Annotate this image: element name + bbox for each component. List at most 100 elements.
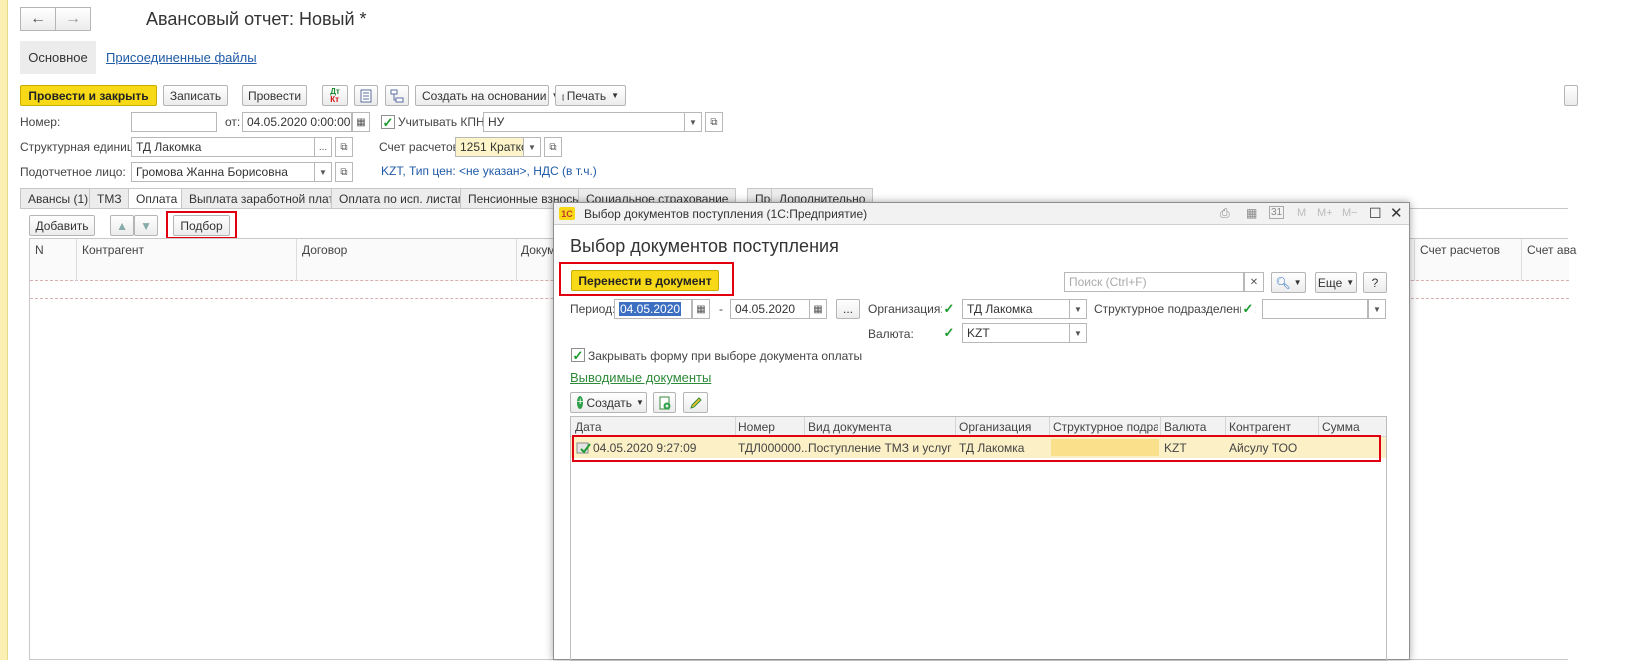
search-input[interactable]: Поиск (Ctrl+F) [1064, 272, 1244, 292]
copy-button[interactable] [653, 392, 676, 413]
col-divider [1521, 239, 1522, 281]
back-button[interactable]: ← [20, 7, 56, 31]
organization-field[interactable]: ТД Лакомка [962, 299, 1070, 319]
close-form-label: Закрывать форму при выборе документа опл… [588, 349, 863, 363]
price-info-link[interactable]: KZT, Тип цен: <не указан>, НДС (в т.ч.) [381, 164, 597, 178]
period-to-calendar[interactable]: ▦ [809, 299, 827, 319]
dropdown-arrow-icon: ▼ [1074, 304, 1082, 314]
save-button[interactable]: Записать [163, 85, 228, 106]
tab-tmz[interactable]: ТМЗ [89, 188, 130, 208]
tab-payment[interactable]: Оплата [128, 188, 186, 209]
create-button[interactable]: + Создать ▼ [570, 392, 647, 413]
calendar-icon: ▦ [813, 303, 823, 315]
displayed-documents-link[interactable]: Выводимые документы [570, 370, 711, 385]
currency-checkbox[interactable]: ✓ [942, 325, 956, 339]
col-divider [1225, 417, 1226, 437]
account-open-button[interactable]: ⧉ [544, 137, 562, 157]
dropdown-arrow-icon: ▼ [1074, 328, 1082, 338]
maximize-icon[interactable]: ☐ [1369, 205, 1382, 222]
post-button[interactable]: Провести [242, 85, 307, 106]
number-label: Номер: [20, 115, 61, 129]
date-field[interactable]: 04.05.2020 0:00:00 [242, 112, 352, 132]
period-from-field[interactable]: 04.05.2020 [614, 299, 692, 319]
col-divider [296, 239, 297, 281]
create-based-on-label: Создать на основании [422, 88, 547, 103]
structure-dropdown[interactable]: ▼ [1368, 299, 1386, 319]
period-select-button[interactable]: ... [836, 299, 860, 319]
memory-icon[interactable]: M [1297, 207, 1306, 219]
dialog-titlebar: 1C Выбор документов поступления (1С:Пред… [554, 203, 1409, 225]
report-button[interactable] [354, 85, 378, 106]
unit-field[interactable]: ТД Лакомка [131, 137, 315, 157]
col-advance-account: Счет ава [1527, 243, 1577, 257]
col-divider [735, 417, 736, 437]
create-based-on-button[interactable]: Создать на основании ▼ [415, 85, 559, 106]
calendar-icon[interactable]: 31 [1269, 206, 1285, 219]
unit-open-button[interactable]: ⧉ [335, 137, 353, 157]
close-form-checkbox[interactable]: ✓ [571, 348, 585, 362]
currency-dropdown[interactable]: ▼ [1069, 323, 1087, 343]
structure-checkbox[interactable]: ✓ [1241, 301, 1255, 315]
col-structure: Структурное подра... [1053, 420, 1158, 434]
person-field[interactable]: Громова Жанна Борисовна [131, 162, 315, 182]
copy-doc-icon [659, 396, 670, 409]
tab-advances[interactable]: Авансы (1) [20, 188, 97, 208]
open-link-icon: ⧉ [340, 141, 348, 153]
clear-icon: ✕ [1249, 276, 1259, 288]
help-button[interactable]: ? [1363, 272, 1387, 293]
add-row-button[interactable]: Добавить [29, 215, 95, 236]
table-icon[interactable]: ▦ [1246, 206, 1257, 220]
more-actions-edge-button[interactable] [1564, 85, 1578, 106]
pencil-icon [689, 396, 702, 409]
col-counterparty: Контрагент [82, 243, 145, 257]
forward-button[interactable]: → [55, 7, 91, 31]
memory-minus-icon[interactable]: M− [1342, 207, 1358, 219]
selection-dialog: 1C Выбор документов поступления (1С:Пред… [553, 202, 1410, 661]
col-date: Дата [575, 420, 602, 434]
move-up-button[interactable]: ▲ [110, 215, 134, 236]
person-open-button[interactable]: ⧉ [335, 162, 353, 182]
open-link-icon: ⧉ [340, 166, 348, 178]
move-down-button[interactable]: ▼ [134, 215, 158, 236]
tab-writ-payments[interactable]: Оплата по исп. листам [331, 188, 474, 208]
organization-checkbox[interactable]: ✓ [942, 301, 956, 315]
account-field[interactable]: 1251 Кратко [455, 137, 524, 157]
col-counterparty: Контрагент [1229, 420, 1292, 434]
tab-salary[interactable]: Выплата заработной платы [181, 188, 351, 208]
kpn-open-button[interactable]: ⧉ [705, 112, 723, 132]
dropdown-arrow-icon: ▼ [636, 398, 644, 407]
post-and-close-button[interactable]: Провести и закрыть [20, 85, 157, 106]
kpn-dropdown-button[interactable]: ▼ [684, 112, 702, 132]
calendar-icon: ▦ [696, 303, 706, 315]
plus-circle-icon: + [577, 396, 584, 409]
calendar-button[interactable]: ▦ [352, 112, 370, 132]
period-from-calendar[interactable]: ▦ [692, 299, 710, 319]
edit-button[interactable] [683, 392, 708, 413]
organization-dropdown[interactable]: ▼ [1069, 299, 1087, 319]
memory-plus-icon[interactable]: M+ [1317, 207, 1333, 219]
kpn-checkbox[interactable]: ✓ [381, 115, 395, 129]
print-icon[interactable]: ⎙ [1220, 206, 1230, 221]
structure-field[interactable] [1262, 299, 1368, 319]
nav-main[interactable]: Основное [20, 41, 96, 74]
more-button[interactable]: Еще ▼ [1315, 272, 1357, 293]
unit-select-button[interactable]: ... [314, 137, 332, 157]
account-dropdown-button[interactable]: ▼ [523, 137, 541, 157]
person-dropdown-button[interactable]: ▼ [314, 162, 332, 182]
clear-search-button[interactable]: ✕ [1244, 272, 1264, 292]
close-icon[interactable]: ✕ [1390, 204, 1403, 222]
search-icon: 🔍︎ [1275, 275, 1291, 290]
structure-button[interactable] [385, 85, 409, 106]
dt-kt-button[interactable]: Дт Кт [322, 85, 348, 106]
open-link-icon: ⧉ [549, 141, 557, 153]
search-button[interactable]: 🔍︎ ▼ [1271, 272, 1306, 293]
period-to-field[interactable]: 04.05.2020 [730, 299, 810, 319]
number-field[interactable] [131, 112, 217, 132]
documents-grid-header: Дата Номер Вид документа Организация Стр… [571, 417, 1386, 437]
col-account: Счет расчетов [1420, 243, 1501, 257]
dropdown-arrow-icon: ▼ [1373, 304, 1381, 314]
print-button[interactable]: Печать ▼ [555, 85, 626, 106]
currency-field[interactable]: KZT [962, 323, 1070, 343]
nav-attached-files[interactable]: Присоединенные файлы [106, 50, 257, 65]
kpn-select[interactable]: НУ [483, 112, 685, 132]
